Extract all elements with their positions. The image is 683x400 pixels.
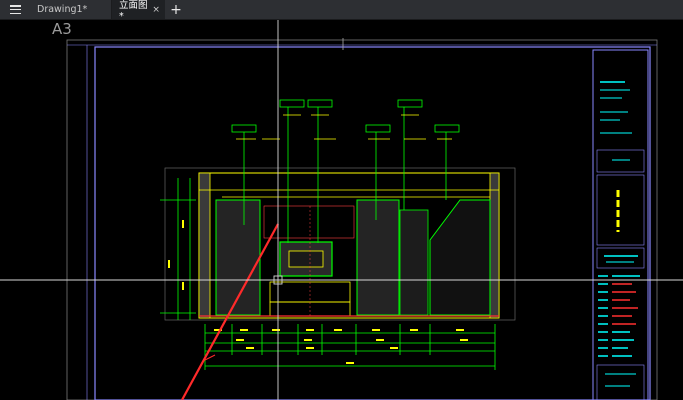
cad-application: Drawing1* 立面图* × + A3 [0, 0, 683, 400]
drawing-canvas[interactable]: A3 [0, 20, 683, 400]
title-block [592, 49, 649, 400]
tab-drawing1[interactable]: Drawing1* [30, 0, 112, 19]
document-tab-bar: Drawing1* 立面图* × + [0, 0, 683, 22]
wall-elevation [164, 167, 516, 321]
hamburger-menu-icon [9, 5, 21, 14]
tab-label: Drawing1* [37, 4, 88, 15]
close-tab-icon[interactable]: × [151, 5, 161, 15]
plus-icon: + [170, 1, 182, 18]
drawing-svg: A3 [0, 20, 683, 400]
tab-elevation[interactable]: 立面图* × [112, 0, 165, 22]
annotation-text-lines [236, 114, 452, 140]
tab-label: 立面图* [119, 0, 148, 22]
new-tab-button[interactable]: + [165, 0, 187, 19]
main-menu-button[interactable] [0, 0, 30, 19]
sheet-size-label: A3 [52, 20, 72, 38]
